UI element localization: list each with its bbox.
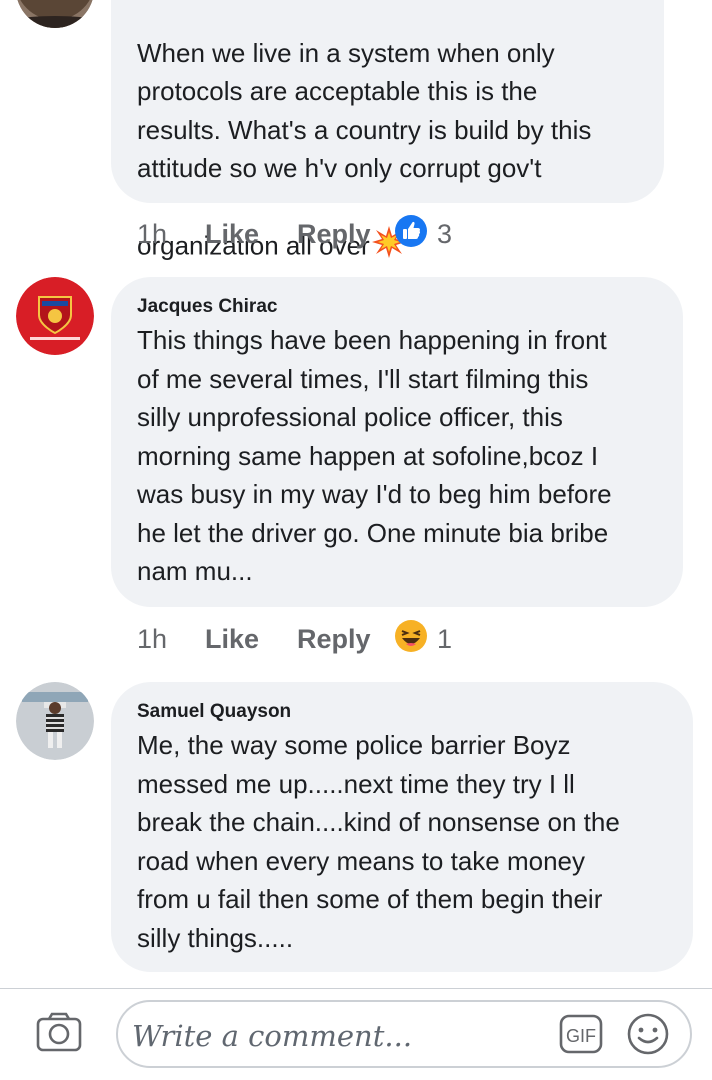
reply-button[interactable]: Reply [297,219,395,250]
comment-time[interactable]: 1h [137,624,205,655]
reaction-count: 3 [437,218,453,249]
reaction-count: 1 [437,623,453,654]
comment-actions: 1h Like Reply 1 [137,619,452,659]
like-button[interactable]: Like [205,624,297,655]
like-icon [395,214,427,254]
camera-icon[interactable] [36,1012,82,1052]
avatar[interactable] [16,682,94,760]
comment-actions: 1h Like Reply 3 [137,214,452,254]
avatar[interactable] [16,0,94,28]
reaction-summary[interactable]: 3 [395,214,453,254]
haha-icon [395,619,427,659]
composer-divider [0,988,712,989]
reaction-summary[interactable]: 1 [395,619,453,659]
reply-button[interactable]: Reply [297,624,395,655]
like-button[interactable]: Like [205,219,297,250]
comment-text: Me, the way some police barrier Boyz mes… [137,730,620,953]
comment-input[interactable]: Write a comment... GIF [116,1000,692,1068]
gif-label: GIF [566,1026,596,1046]
comment-author[interactable]: Jacques Chirac [137,296,277,318]
avatar[interactable] [16,277,94,355]
comment-input-placeholder: Write a comment... [132,1019,413,1053]
comment-time[interactable]: 1h [137,219,205,250]
emoji-icon[interactable] [626,1012,670,1056]
comment-text: This things have been happening in front… [137,325,612,586]
comment-author[interactable]: Samuel Quayson [137,701,291,723]
gif-icon[interactable]: GIF [559,1014,603,1054]
